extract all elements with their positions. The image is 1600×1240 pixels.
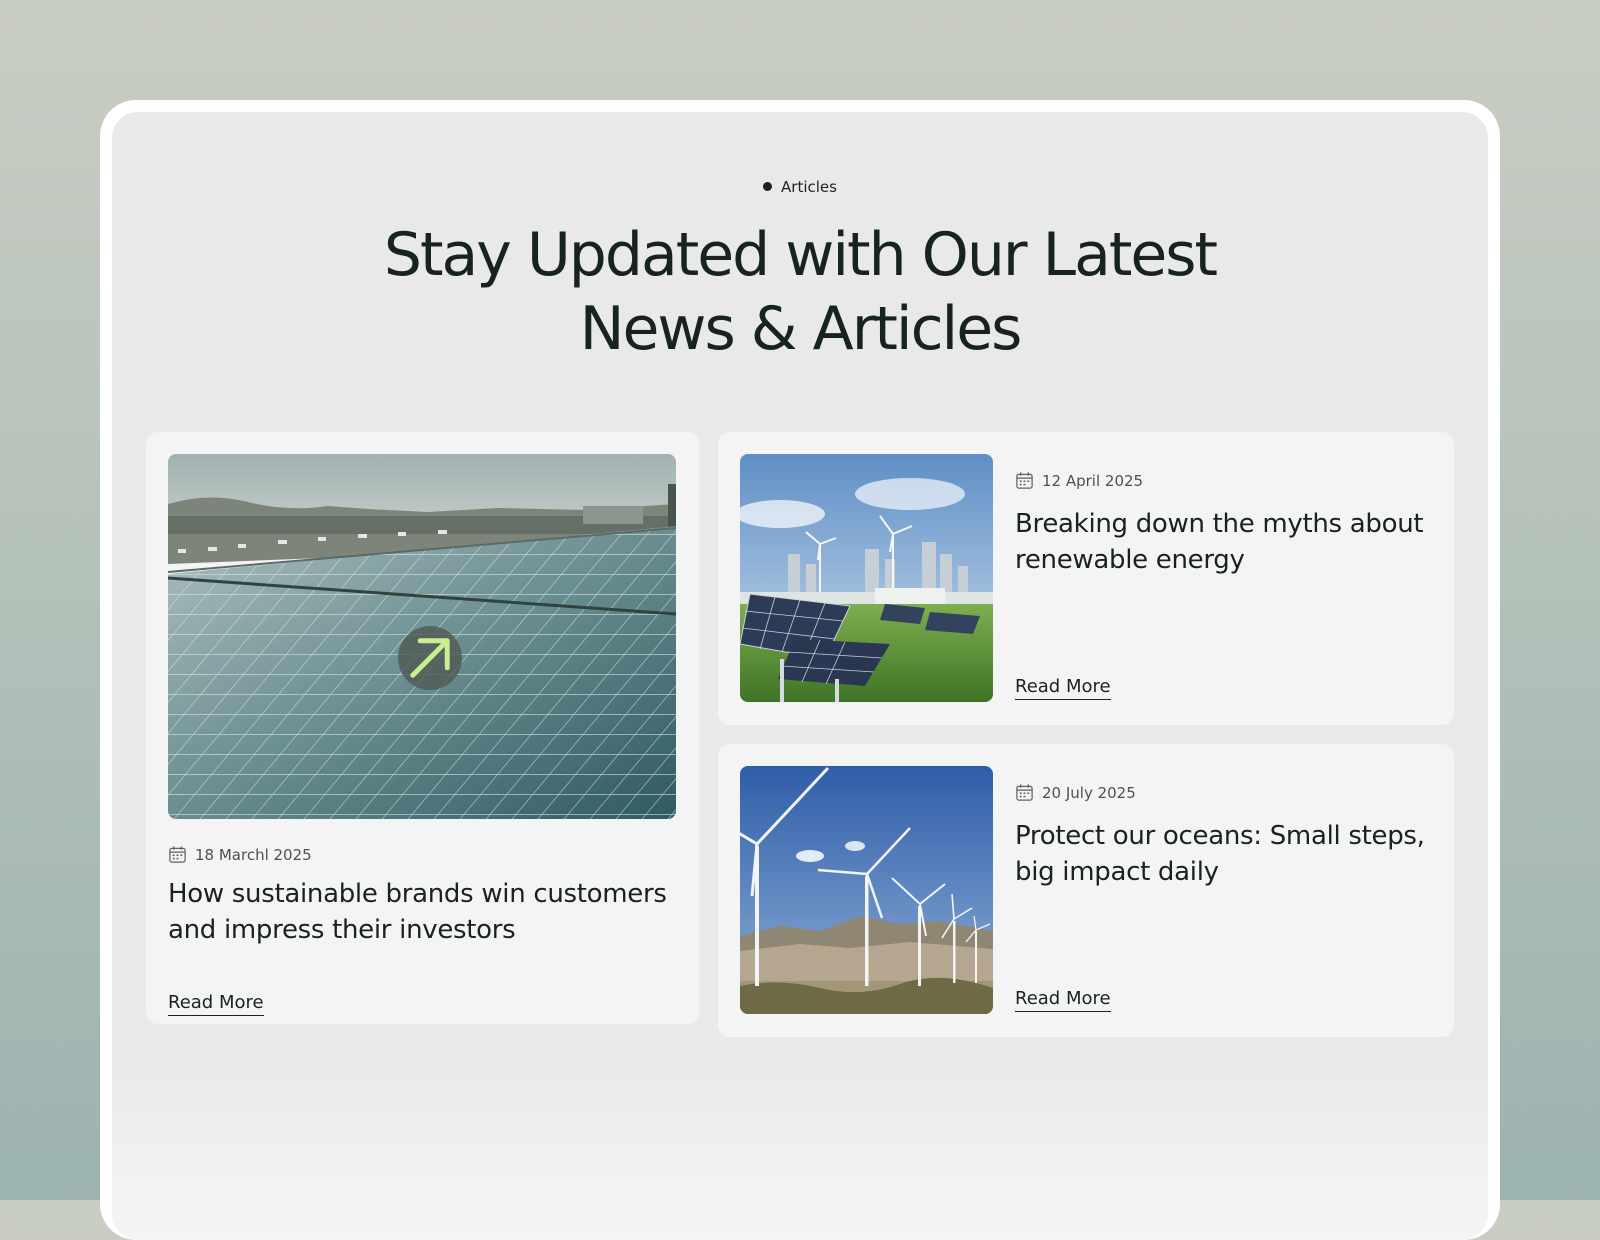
read-more-link[interactable]: Read More [1015,676,1111,700]
article-image-wind-turbines[interactable] [740,766,993,1014]
article-date: 18 Marchl 2025 [168,845,312,864]
article-title[interactable]: Protect our oceans: Small steps, big imp… [1015,818,1435,890]
article-card-featured[interactable]: 18 Marchl 2025 How sustainable brands wi… [146,432,699,1024]
article-date-text: 18 Marchl 2025 [195,845,312,864]
solar-city-illustration [740,454,993,702]
article-date-text: 20 July 2025 [1042,783,1136,802]
section-headline: Stay Updated with Our Latest News & Arti… [112,218,1488,366]
article-title[interactable]: How sustainable brands win customers and… [168,876,673,948]
wind-turbines-illustration [740,766,993,1014]
article-card-renewable-myths[interactable]: 12 April 2025 Breaking down the myths ab… [718,432,1454,725]
calendar-icon [1016,784,1033,801]
open-article-button[interactable] [398,626,462,690]
article-date: 20 July 2025 [1015,783,1136,802]
eyebrow-label: Articles [781,178,837,196]
article-card-protect-oceans[interactable]: 20 July 2025 Protect our oceans: Small s… [718,744,1454,1037]
bottom-fade [112,1060,1488,1240]
eyebrow-dot-icon [763,182,773,191]
read-more-link[interactable]: Read More [168,992,264,1016]
headline-line-1: Stay Updated with Our Latest [383,220,1218,290]
article-title[interactable]: Breaking down the myths about renewable … [1015,506,1435,578]
article-date-text: 12 April 2025 [1042,471,1144,490]
read-more-link[interactable]: Read More [1015,988,1111,1012]
article-image-solar-field[interactable] [168,454,676,819]
calendar-icon [169,846,186,863]
headline-line-2: News & Articles [579,294,1023,364]
calendar-icon [1016,472,1033,489]
section-eyebrow: Articles [112,178,1488,196]
articles-section: Articles Stay Updated with Our Latest Ne… [112,112,1488,1240]
article-date: 12 April 2025 [1015,471,1143,490]
article-image-solar-city[interactable] [740,454,993,702]
arrow-up-right-icon [410,638,450,678]
